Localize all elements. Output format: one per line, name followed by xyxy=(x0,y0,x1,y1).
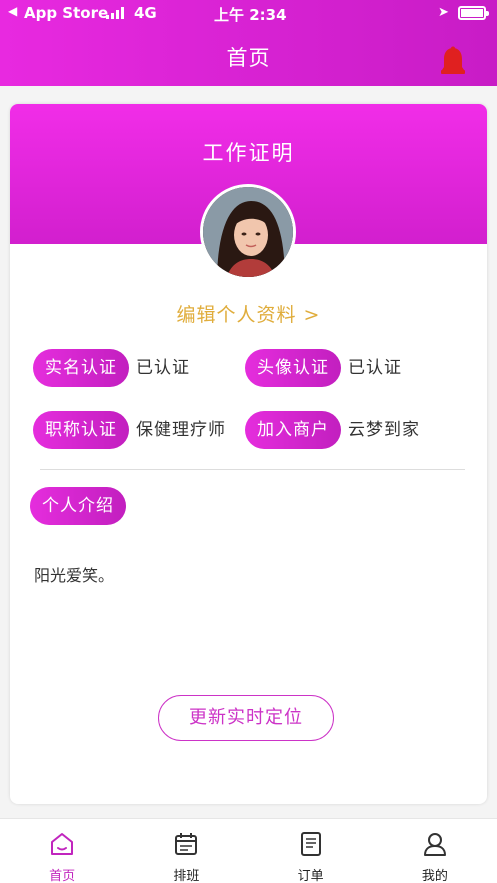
personal-intro-text: 阳光爱笑。 xyxy=(34,566,115,585)
join-merchant-value: 云梦到家 xyxy=(348,420,420,440)
alarm-bell-icon[interactable] xyxy=(440,46,466,76)
tab-mine[interactable]: 我的 xyxy=(373,819,497,883)
edit-profile-link[interactable]: 编辑个人资料 > xyxy=(10,300,487,327)
tab-home[interactable]: 首页 xyxy=(0,819,124,883)
update-location-button[interactable]: 更新实时定位 xyxy=(158,695,334,741)
tag-join-merchant: 加入商户 xyxy=(245,411,341,449)
bottom-tab-bar: 首页 排班 订单 我的 xyxy=(0,818,497,883)
network-label: 4G xyxy=(134,4,157,22)
tab-mine-label: 我的 xyxy=(421,869,448,883)
avatar-verification-value: 已认证 xyxy=(348,358,402,378)
clock: 上午 2:34 xyxy=(214,6,287,24)
tag-job-title-verification: 职称认证 xyxy=(33,411,129,449)
tab-orders-label: 订单 xyxy=(297,869,324,883)
calendar-icon xyxy=(175,833,198,855)
card-title: 工作证明 xyxy=(202,141,295,165)
status-bar: ◀ App Store 4G 上午 2:34 ➤ xyxy=(0,0,497,28)
home-icon xyxy=(51,833,74,855)
tag-avatar-verification: 头像认证 xyxy=(245,349,341,387)
back-app-label[interactable]: App Store xyxy=(24,4,108,22)
header: ◀ App Store 4G 上午 2:34 ➤ 首页 xyxy=(0,0,497,86)
tag-real-name-verification: 实名认证 xyxy=(33,349,129,387)
tag-personal-intro: 个人介绍 xyxy=(30,487,126,525)
tab-home-label: 首页 xyxy=(49,869,76,883)
job-title-verification-value: 保健理疗师 xyxy=(136,420,226,440)
avatar[interactable] xyxy=(200,184,296,280)
back-arrow-icon[interactable]: ◀ xyxy=(8,4,17,18)
location-arrow-icon: ➤ xyxy=(438,5,449,20)
user-icon xyxy=(423,833,446,856)
order-icon xyxy=(300,832,321,856)
work-certificate-card: 工作证明 编辑个人资料 > 实名认证 已认证 头像认证 已认证 职称认证 保健理… xyxy=(10,104,487,804)
avatar-portrait-icon xyxy=(203,187,293,277)
battery-icon xyxy=(458,6,489,20)
real-name-verification-value: 已认证 xyxy=(136,358,190,378)
tab-schedule[interactable]: 排班 xyxy=(124,819,248,883)
signal-icon xyxy=(106,7,124,19)
page-title: 首页 xyxy=(226,46,271,70)
divider xyxy=(40,469,465,470)
tab-schedule-label: 排班 xyxy=(173,869,200,883)
tab-orders[interactable]: 订单 xyxy=(249,819,373,883)
